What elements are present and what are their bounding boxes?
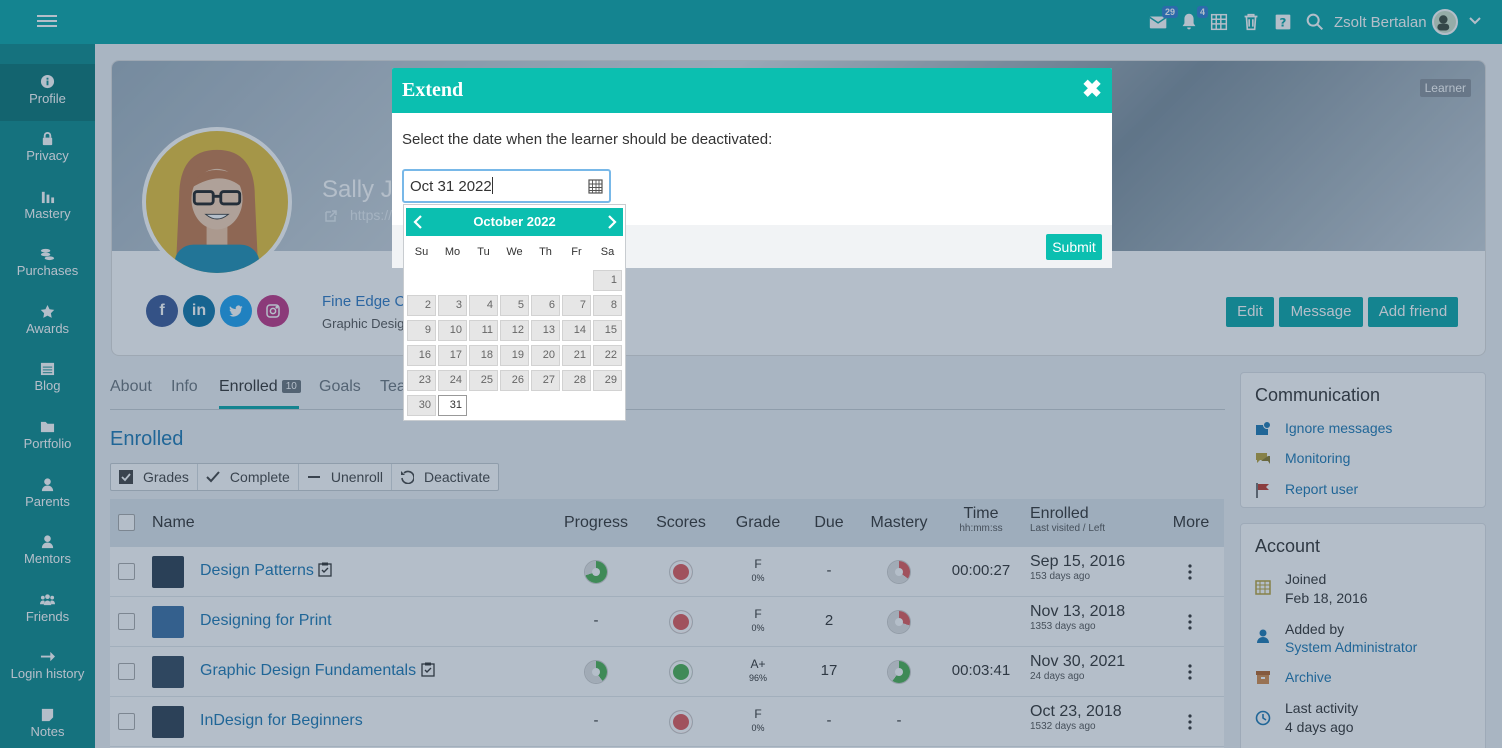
date-picker: October 2022 Su Mo Tu We Th Fr Sa 1 2 3 4 5 6 7 8 9 10 11…: [403, 204, 626, 421]
calendar-day[interactable]: 9: [407, 320, 436, 341]
calendar-day[interactable]: 24: [438, 370, 467, 391]
calendar-day[interactable]: 27: [531, 370, 560, 391]
weekday-label: Sa: [600, 246, 615, 258]
calendar-day[interactable]: 18: [469, 345, 498, 366]
calendar-day[interactable]: 6: [531, 295, 560, 316]
calendar-day[interactable]: 5: [500, 295, 529, 316]
weekday-label: Fr: [571, 246, 582, 258]
weekday-label: Su: [414, 246, 429, 258]
calendar-day[interactable]: 16: [407, 345, 436, 366]
dialog-instructions: Select the date when the learner should …: [402, 131, 773, 148]
calendar-day[interactable]: 25: [469, 370, 498, 391]
calendar-day[interactable]: 11: [469, 320, 498, 341]
deactivation-date-input[interactable]: Oct 31 2022: [402, 169, 611, 203]
calendar-day[interactable]: 3: [438, 295, 467, 316]
calendar-day[interactable]: 1: [593, 270, 622, 291]
calendar-day[interactable]: 30: [407, 395, 436, 416]
calendar-day[interactable]: 15: [593, 320, 622, 341]
calendar-day[interactable]: 13: [531, 320, 560, 341]
date-input-value: Oct 31 2022: [410, 178, 492, 195]
dialog-title: Extend: [402, 79, 464, 101]
weekday-label: Th: [539, 246, 552, 258]
calendar-day[interactable]: 19: [500, 345, 529, 366]
close-icon[interactable]: ✖: [1082, 78, 1102, 102]
calendar-day[interactable]: 4: [469, 295, 498, 316]
calendar-day[interactable]: 7: [562, 295, 591, 316]
calendar-day[interactable]: 26: [500, 370, 529, 391]
next-month-icon[interactable]: [603, 212, 621, 232]
weekday-label: Tu: [477, 246, 490, 258]
calendar-day[interactable]: 14: [562, 320, 591, 341]
calendar-day[interactable]: 12: [500, 320, 529, 341]
submit-button[interactable]: Submit: [1046, 234, 1102, 260]
calendar-day[interactable]: 21: [562, 345, 591, 366]
date-picker-month: October 2022: [473, 214, 556, 229]
calendar-day[interactable]: 22: [593, 345, 622, 366]
calendar-day[interactable]: 28: [562, 370, 591, 391]
calendar-day[interactable]: 29: [593, 370, 622, 391]
calendar-day[interactable]: 8: [593, 295, 622, 316]
calendar-day[interactable]: 17: [438, 345, 467, 366]
calendar-day[interactable]: 2: [407, 295, 436, 316]
dialog-header: Extend ✖: [392, 68, 1112, 113]
date-picker-header: October 2022: [406, 208, 623, 236]
weekday-label: Mo: [444, 246, 461, 258]
calendar-picker-icon[interactable]: [588, 179, 603, 194]
calendar-day-selected[interactable]: 31: [438, 395, 467, 416]
calendar-day[interactable]: 23: [407, 370, 436, 391]
calendar-day[interactable]: 20: [531, 345, 560, 366]
calendar-day[interactable]: 10: [438, 320, 467, 341]
weekday-label: We: [506, 246, 523, 258]
